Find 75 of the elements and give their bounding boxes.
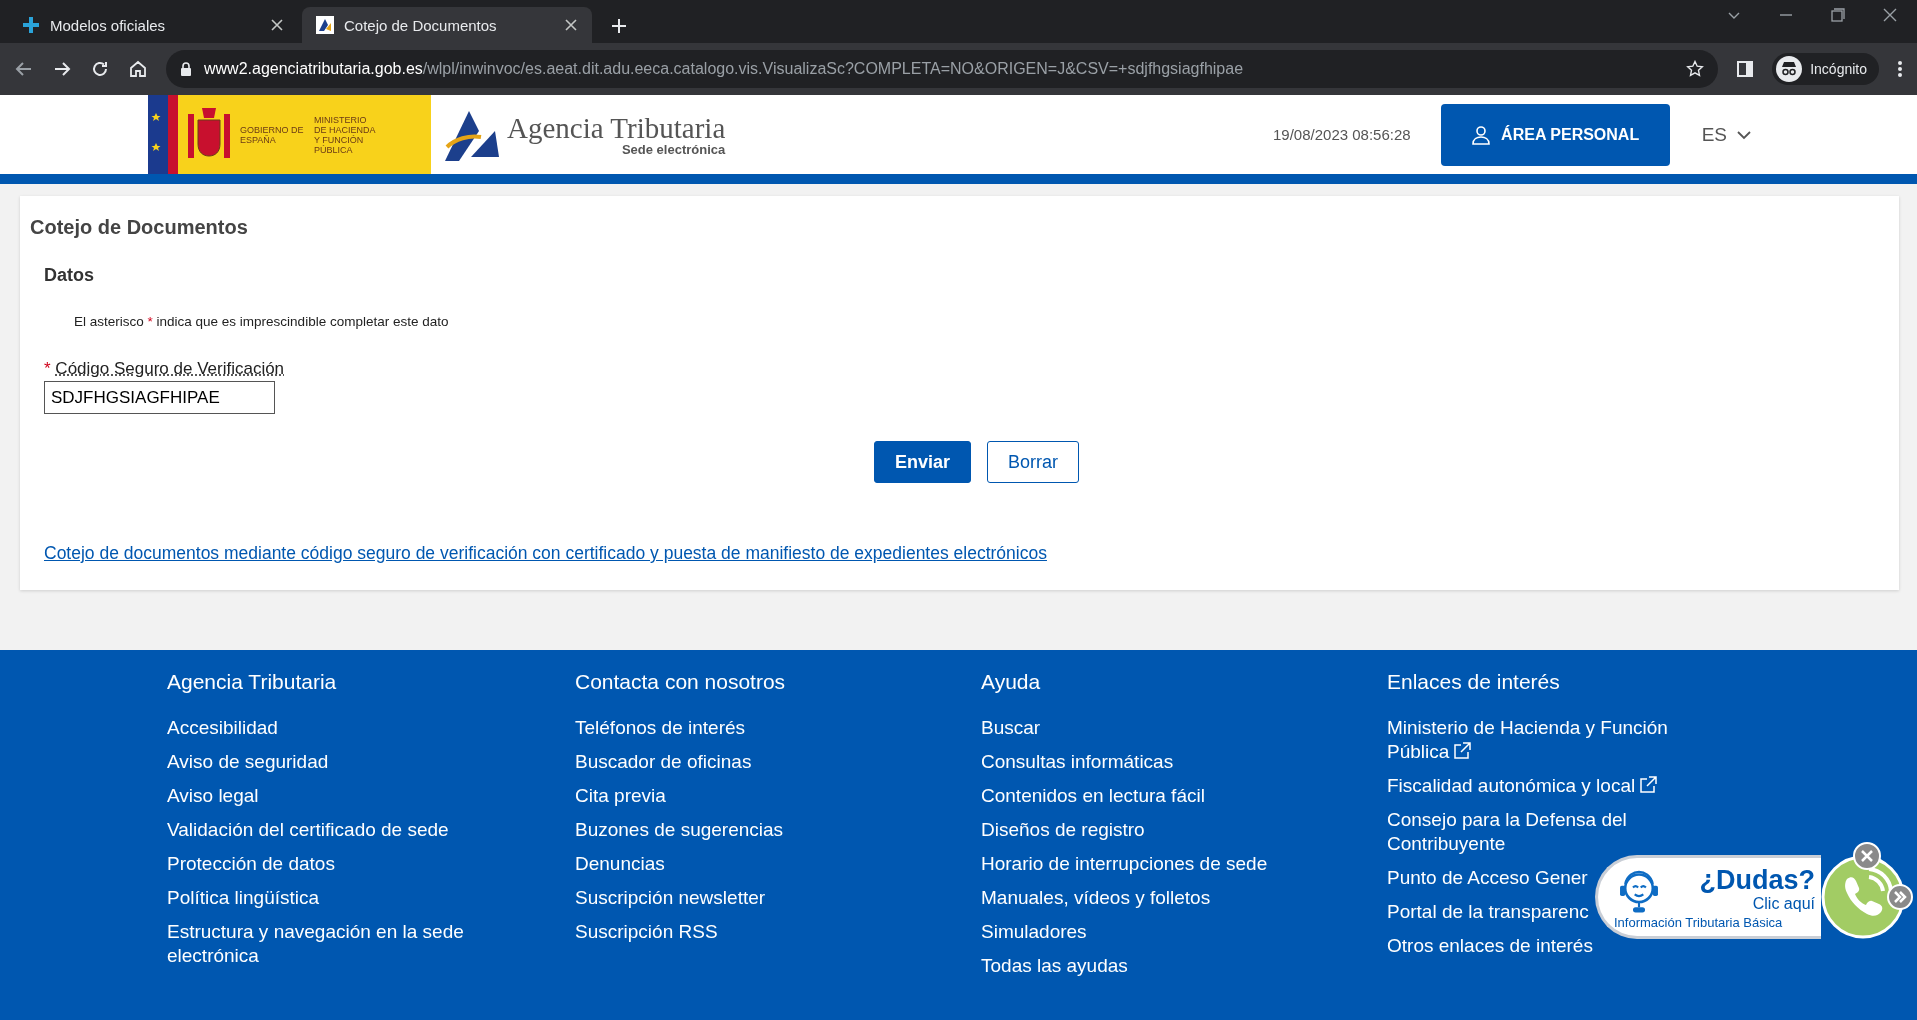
close-icon[interactable] bbox=[564, 18, 578, 32]
help-action: Clic aquí bbox=[1752, 894, 1815, 913]
footer-link[interactable]: Todas las ayudas bbox=[981, 954, 1128, 978]
tab-title: Cotejo de Documentos bbox=[344, 16, 498, 34]
footer-link[interactable]: Validación del certificado de sede bbox=[167, 818, 449, 842]
clear-button[interactable]: Borrar bbox=[987, 441, 1079, 483]
user-icon bbox=[1471, 124, 1492, 145]
help-widget[interactable]: ¿Dudas? Clic aquí Información Tributaria Básica bbox=[1595, 855, 1821, 939]
footer-link[interactable]: Política lingüística bbox=[167, 886, 320, 910]
chevron-down-icon bbox=[1737, 129, 1751, 140]
footer-heading: Enlaces de interés bbox=[1387, 670, 1561, 694]
cross-icon bbox=[22, 16, 40, 34]
browser-tab[interactable]: Cotejo de Documentos bbox=[302, 7, 592, 43]
footer-link[interactable]: Protección de datos bbox=[167, 852, 335, 876]
footer-link[interactable]: Buzones de sugerencias bbox=[575, 818, 784, 842]
footer-link[interactable]: Aviso de seguridad bbox=[167, 750, 329, 774]
footer-link[interactable]: Punto de Acceso Gener bbox=[1387, 866, 1588, 890]
footer-link[interactable]: Cita previa bbox=[575, 784, 666, 808]
field-label: * Código Seguro de Verificación bbox=[44, 359, 286, 379]
agency-subtitle: Sede electrónica bbox=[621, 142, 726, 157]
footer-link[interactable]: Buscar bbox=[981, 716, 1041, 740]
footer-link[interactable]: Accesibilidad bbox=[167, 716, 278, 740]
new-tab-icon[interactable] bbox=[610, 17, 628, 35]
personal-area-button[interactable]: ÁREA PERSONAL bbox=[1440, 103, 1670, 166]
required-note: El asterisco * indica que es imprescindible completar este dato bbox=[74, 314, 450, 329]
footer-link[interactable]: Otros enlaces de interés bbox=[1387, 934, 1593, 958]
help-subtitle: Información Tributaria Básica bbox=[1614, 914, 1783, 930]
lock-icon bbox=[180, 61, 192, 77]
footer-link[interactable]: Contenidos en lectura fácil bbox=[981, 784, 1205, 808]
footer-link[interactable]: Ministerio de Hacienda y Función Pública bbox=[1387, 716, 1717, 764]
verification-code-field[interactable]: SDJFHGSIAGFHIPAE bbox=[44, 381, 275, 414]
agency-name: Agencia Tributaria bbox=[507, 112, 726, 145]
footer-link[interactable]: Manuales, vídeos y folletos bbox=[981, 886, 1211, 910]
page-title: Cotejo de Documentos bbox=[30, 216, 249, 239]
close-icon[interactable] bbox=[270, 18, 284, 32]
home-icon[interactable] bbox=[128, 59, 148, 79]
external-link-icon bbox=[1639, 776, 1658, 794]
tab-title: Modelos oficiales bbox=[50, 16, 167, 34]
side-panel-icon[interactable] bbox=[1736, 60, 1755, 78]
ministry-name: MINISTERIO DE HACIENDA Y FUNCIÓN PÚBLICA bbox=[314, 114, 377, 155]
footer-link[interactable]: Horario de interrupciones de sede bbox=[981, 852, 1268, 876]
external-link-icon bbox=[1453, 742, 1472, 760]
date-time: 19/08/2023 08:56:28 bbox=[1273, 126, 1411, 143]
footer-link[interactable]: Denuncias bbox=[575, 852, 665, 876]
footer-link[interactable]: Diseños de registro bbox=[981, 818, 1145, 842]
footer-link[interactable]: Buscador de oficinas bbox=[575, 750, 752, 774]
government-name: GOBIERNO DE ESPAÑA bbox=[240, 124, 305, 145]
submit-button[interactable]: Enviar bbox=[873, 441, 971, 483]
footer-link[interactable]: Consultas informáticas bbox=[981, 750, 1174, 774]
language-selector[interactable]: ES bbox=[1695, 122, 1757, 147]
footer-heading: Ayuda bbox=[981, 670, 1042, 694]
footer-link[interactable]: Suscripción RSS bbox=[575, 920, 718, 944]
reload-icon[interactable] bbox=[90, 59, 110, 79]
agency-logo-icon bbox=[316, 16, 334, 34]
restore-icon[interactable] bbox=[1831, 7, 1845, 22]
footer-link[interactable]: Estructura y navegación en la sede electrónica bbox=[167, 920, 497, 968]
footer-link[interactable]: Portal de la transparenc bbox=[1387, 900, 1589, 924]
help-title: ¿Dudas? bbox=[1699, 864, 1815, 895]
browser-tab[interactable]: Modelos oficiales bbox=[8, 7, 298, 43]
footer-heading: Agencia Tributaria bbox=[167, 670, 338, 694]
more-menu-icon[interactable] bbox=[1897, 60, 1903, 78]
footer-link[interactable]: Suscripción newsletter bbox=[575, 886, 766, 910]
address-bar[interactable]: www2.agenciatributaria.gob.es/wlpl/inwinvoc/es.aeat.dit.adu.eeca.catalogo.vis.VisualizaSc?COMPLETA=NO&ORIGEN=J&CSV=+sdjfhgsiagfhipae bbox=[166, 50, 1719, 88]
info-link[interactable]: Cotejo de documentos mediante código seguro de verificación con certificado y puesta de manifiesto de expedientes electrónicos bbox=[44, 543, 1047, 564]
footer-link[interactable]: Aviso legal bbox=[167, 784, 259, 808]
footer-link[interactable]: Fiscalidad autonómica y local bbox=[1387, 774, 1658, 798]
close-icon[interactable] bbox=[1883, 7, 1897, 22]
incognito-profile-button[interactable]: Incógnito bbox=[1772, 53, 1879, 85]
incognito-icon bbox=[1776, 56, 1803, 82]
star-icon[interactable] bbox=[1686, 60, 1705, 78]
footer-link[interactable]: Consejo para la Defensa del Contribuyente bbox=[1387, 808, 1717, 856]
section-title: Datos bbox=[44, 265, 95, 286]
footer-link[interactable]: Simuladores bbox=[981, 920, 1087, 944]
footer-link[interactable]: Teléfonos de interés bbox=[575, 716, 746, 740]
footer-heading: Contacta con nosotros bbox=[575, 670, 787, 694]
